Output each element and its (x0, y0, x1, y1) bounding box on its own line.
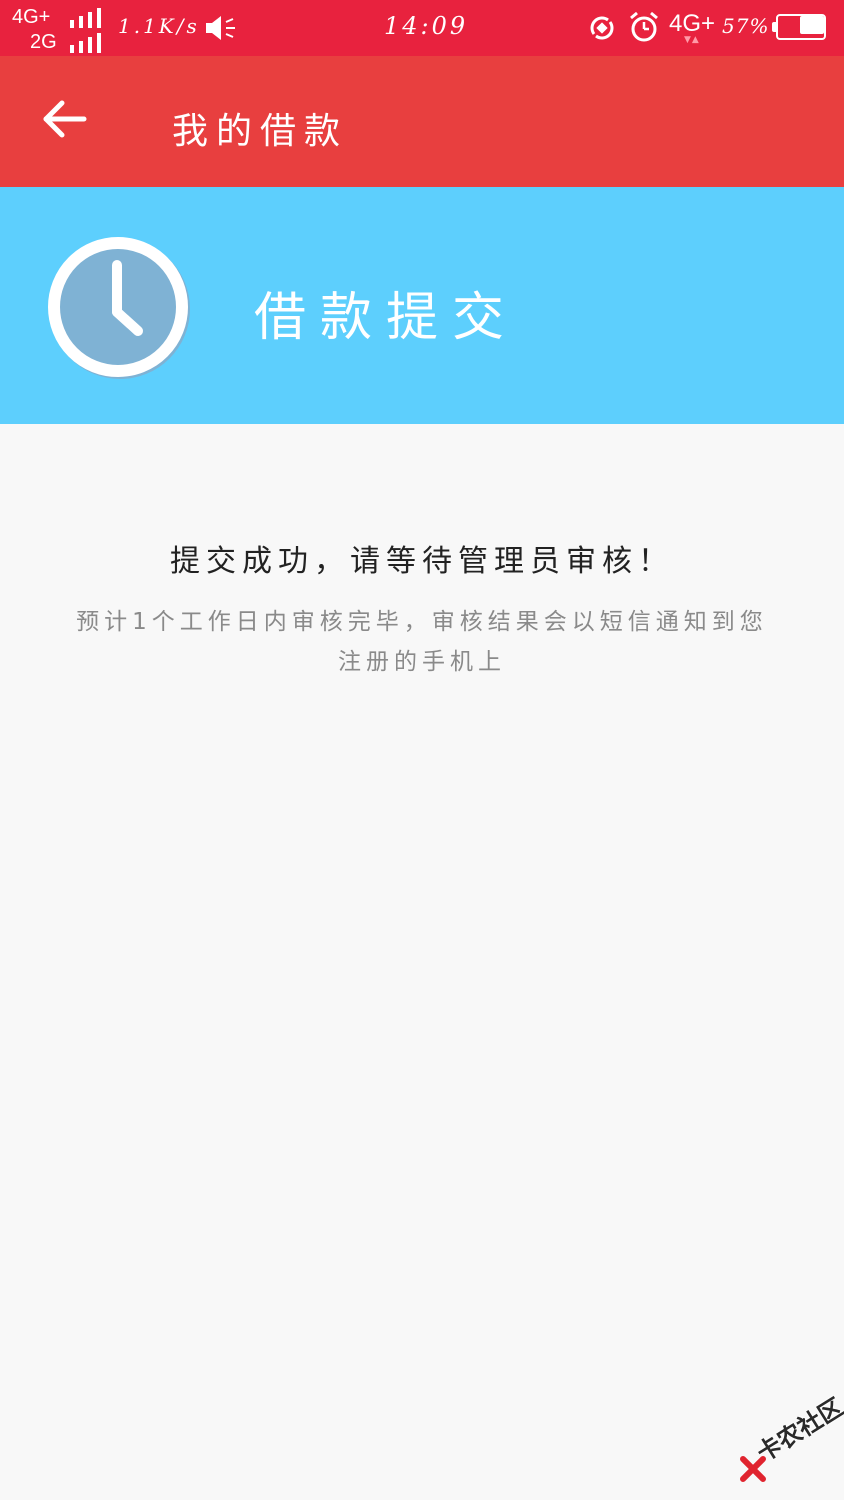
data-activity-icon: ▼▲ (684, 35, 700, 45)
battery-fill (800, 16, 824, 34)
watermark: 卡农社区 (736, 1393, 844, 1488)
network-secondary-label: 2G (30, 31, 57, 53)
clock-icon (48, 237, 190, 379)
alarm-icon (630, 11, 658, 42)
app-bar: 我的借款 (0, 56, 844, 187)
network-right-label: 4G+ (669, 10, 716, 37)
arrow-left-icon (43, 100, 87, 138)
content-area: 提交成功，请等待管理员审核！ 预计1个工作日内审核完毕，审核结果会以短信通知到您… (0, 424, 844, 1500)
network-speed: 1.1K/s (118, 14, 200, 38)
success-message: 提交成功，请等待管理员审核！ (170, 544, 674, 579)
signal-bars-icon (70, 33, 101, 53)
battery-percent: 57% (722, 14, 770, 38)
network-indicator: 4G+ 2G (12, 4, 104, 54)
status-banner: 借款提交 (0, 187, 844, 424)
network-primary-label: 4G+ (12, 6, 51, 28)
signal-bars-icon (70, 8, 101, 28)
page-title: 我的借款 (172, 111, 349, 152)
back-button[interactable] (32, 86, 98, 152)
rotation-lock-icon (590, 16, 614, 40)
speaker-icon (206, 16, 235, 40)
banner-title: 借款提交 (254, 288, 519, 348)
review-note: 预计1个工作日内审核完毕，审核结果会以短信通知到您注册的手机上 (76, 609, 768, 675)
clock-time: 14:09 (384, 12, 469, 40)
status-bar: 4G+ 2G 1.1K/s 14:09 4G+ ▼▲ 57% (0, 0, 844, 56)
battery-icon (772, 14, 826, 40)
